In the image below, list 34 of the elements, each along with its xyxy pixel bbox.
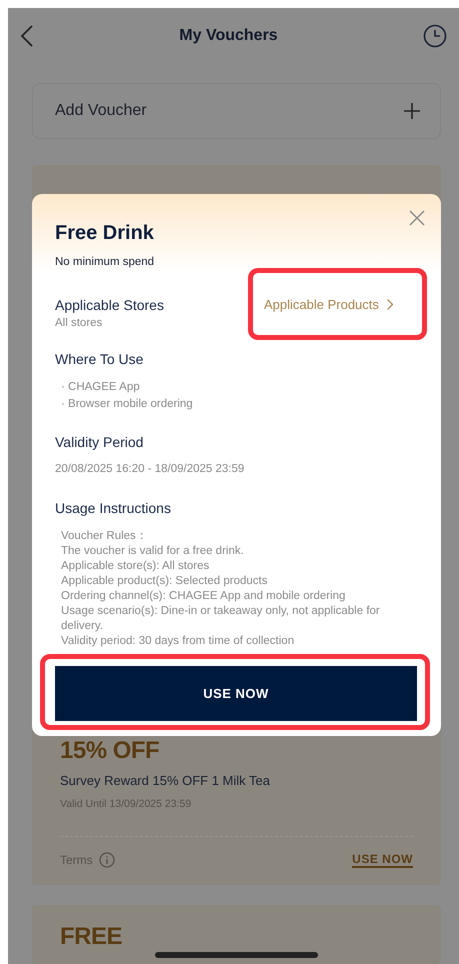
voucher-description: Survey Reward 15% OFF 1 Milk Tea [60,772,271,788]
add-voucher-label: Add Voucher [55,102,147,120]
rule-line: Voucher Rules： [61,529,149,544]
plus-icon [404,103,420,120]
channel-item: · Browser mobile ordering [60,397,194,412]
add-voucher-card[interactable]: Add Voucher [32,83,441,140]
page-title: My Vouchers [179,26,278,45]
section-heading: Validity Period [55,433,144,451]
back-button[interactable] [20,24,34,47]
use-now-button[interactable]: USE NOW [55,666,417,721]
voucher-title: FREE [60,922,124,951]
rule-line: Validity period: 30 days from time of collection [61,634,296,649]
rule-line: Applicable product(s): Selected products [61,574,268,589]
use-now-link[interactable]: USE NOW [352,852,413,868]
close-icon [409,210,425,226]
section-heading: Where To Use [55,350,144,368]
section-heading: Applicable Stores [55,296,164,314]
applicable-products-link[interactable]: Applicable Products [264,296,393,312]
chevron-left-icon [20,24,34,47]
rule-line: Usage scenario(s): Dine-in or takeaway only, not applicable for delivery. [61,604,381,634]
history-button[interactable] [423,24,447,48]
section-heading: Usage Instructions [55,499,172,517]
dialog-title: Free Drink [55,221,155,246]
stores-value: All stores [55,316,104,331]
chevron-right-icon [386,298,393,310]
rule-line: Ordering channel(s): CHAGEE App and mobile ordering [61,589,346,604]
voucher-title: 15% OFF [60,736,160,765]
rule-line: The voucher is valid for a free drink. [61,544,245,559]
clock-icon [423,24,447,48]
min-spend-text: No minimum spend [55,255,156,270]
rule-line: Applicable store(s): All stores [61,559,210,574]
channel-item: · CHAGEE App [60,380,141,395]
validity-dates: 20/08/2025 16:20 - 18/09/2025 23:59 [55,462,246,477]
close-button[interactable] [409,210,425,226]
